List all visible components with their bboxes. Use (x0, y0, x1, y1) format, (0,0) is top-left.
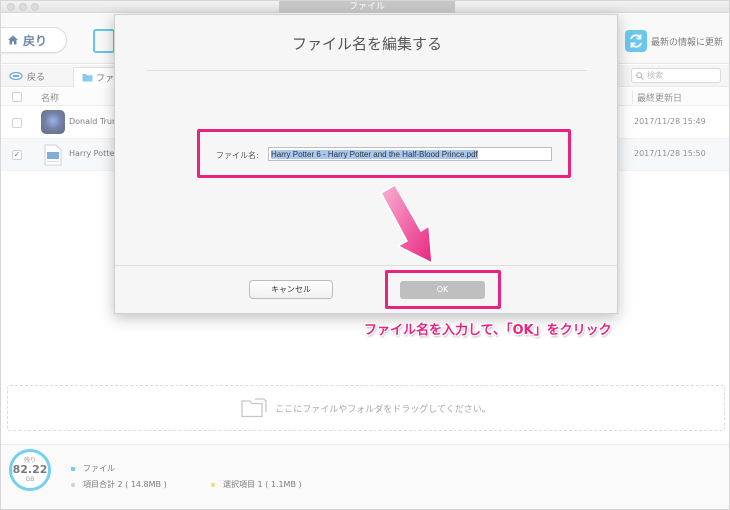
instruction-annotation: ファイル名を入力して、「OK」をクリック (364, 323, 612, 338)
app-window: ファイル 戻り 最新の情報に更新 戻る ファ 検索 名称 最終更新日 Donal… (0, 0, 730, 510)
pointer-arrow-icon (379, 183, 433, 265)
